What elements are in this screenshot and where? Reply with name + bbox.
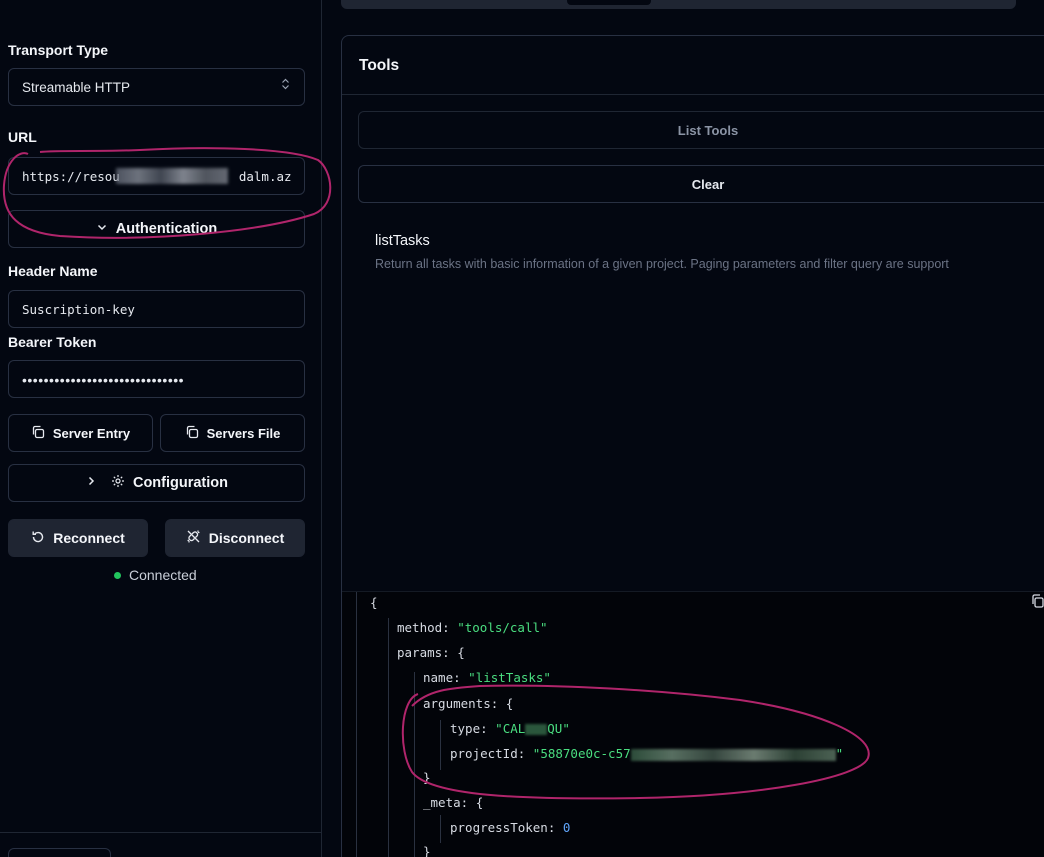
- json-string: "tools/call": [457, 620, 548, 635]
- connection-status: Connected: [114, 567, 197, 583]
- json-string: "58870e0c-c57 ": [532, 746, 844, 761]
- tool-item-name[interactable]: listTasks: [375, 233, 430, 249]
- json-key: arguments:: [423, 696, 499, 711]
- json-key: method:: [397, 620, 450, 635]
- rotate-ccw-icon: [31, 530, 45, 547]
- bearer-token-input[interactable]: ••••••••••••••••••••••••••••••: [8, 360, 305, 398]
- chevron-up-down-icon: [281, 78, 290, 92]
- authentication-toggle[interactable]: Authentication: [8, 210, 305, 248]
- redacted-blur: [630, 748, 836, 761]
- unplug-icon: [186, 529, 201, 547]
- indent-guide: [440, 720, 441, 770]
- indent-guide: [388, 618, 389, 857]
- json-brace: }: [423, 844, 431, 857]
- json-key: name:: [423, 670, 461, 685]
- status-dot-icon: [114, 571, 121, 579]
- tools-title: Tools: [359, 57, 400, 74]
- configuration-label: Configuration: [132, 475, 229, 491]
- list-tools-button[interactable]: List Tools: [358, 111, 1044, 149]
- server-entry-label: Server Entry: [52, 425, 131, 441]
- header-name-label: Header Name: [8, 263, 98, 279]
- active-tab[interactable]: [567, 0, 651, 5]
- disconnect-button[interactable]: Disconnect: [165, 519, 305, 557]
- tool-item-description: Return all tasks with basic information …: [375, 257, 949, 271]
- disconnect-label: Disconnect: [208, 530, 285, 546]
- header-name-input[interactable]: Suscription-key: [8, 290, 305, 328]
- indent-guide: [440, 815, 441, 843]
- json-key: projectId:: [450, 746, 526, 761]
- reconnect-label: Reconnect: [53, 530, 125, 546]
- reconnect-button[interactable]: Reconnect: [8, 519, 148, 557]
- servers-file-button[interactable]: Servers File: [160, 414, 305, 452]
- json-key: params:: [397, 645, 450, 660]
- servers-file-label: Servers File: [206, 425, 281, 441]
- gear-icon: [111, 474, 125, 492]
- authentication-label: Authentication: [115, 221, 218, 237]
- url-label: URL: [8, 129, 37, 145]
- json-string: "CAL QU": [495, 721, 570, 736]
- copy-icon: [31, 425, 45, 442]
- json-brace: {: [457, 645, 465, 660]
- json-string: "listTasks": [468, 670, 551, 685]
- bearer-token-label: Bearer Token: [8, 334, 97, 350]
- configuration-toggle[interactable]: Configuration: [8, 464, 305, 502]
- json-number: 0: [562, 820, 571, 835]
- transport-type-label: Transport Type: [8, 42, 109, 58]
- clear-button[interactable]: Clear: [358, 165, 1044, 203]
- json-key: type:: [450, 721, 488, 736]
- sidebar-footer-divider: [0, 832, 321, 833]
- top-tab-bar: [341, 0, 1016, 9]
- json-brace: {: [505, 696, 514, 711]
- copy-icon[interactable]: [1031, 594, 1044, 613]
- redacted-blur: [525, 724, 548, 735]
- copy-icon: [185, 425, 199, 442]
- sidebar: Transport Type Streamable HTTP URL https…: [0, 0, 322, 857]
- indent-guide: [414, 672, 415, 857]
- header-name-value: Suscription-key: [22, 302, 135, 317]
- redacted-blur: [116, 168, 228, 184]
- request-json-panel: { method: "tools/call" params: { name: "…: [342, 591, 1044, 857]
- json-brace: }: [423, 770, 431, 785]
- json-brace: {: [475, 795, 484, 810]
- json-key: progressToken:: [450, 820, 556, 835]
- json-open-brace: {: [370, 595, 378, 610]
- chevron-down-icon: [96, 221, 108, 237]
- transport-type-value: Streamable HTTP: [22, 80, 131, 95]
- url-input[interactable]: https://resou dalm.az: [8, 157, 305, 195]
- sidebar-footer-button[interactable]: [8, 848, 111, 857]
- tools-card-divider: [342, 94, 1044, 95]
- json-key: _meta:: [423, 795, 469, 810]
- server-entry-button[interactable]: Server Entry: [8, 414, 153, 452]
- bearer-token-value: ••••••••••••••••••••••••••••••: [22, 372, 185, 388]
- chevron-right-icon: [85, 475, 97, 491]
- transport-type-select[interactable]: Streamable HTTP: [8, 68, 305, 106]
- indent-guide: [356, 592, 357, 857]
